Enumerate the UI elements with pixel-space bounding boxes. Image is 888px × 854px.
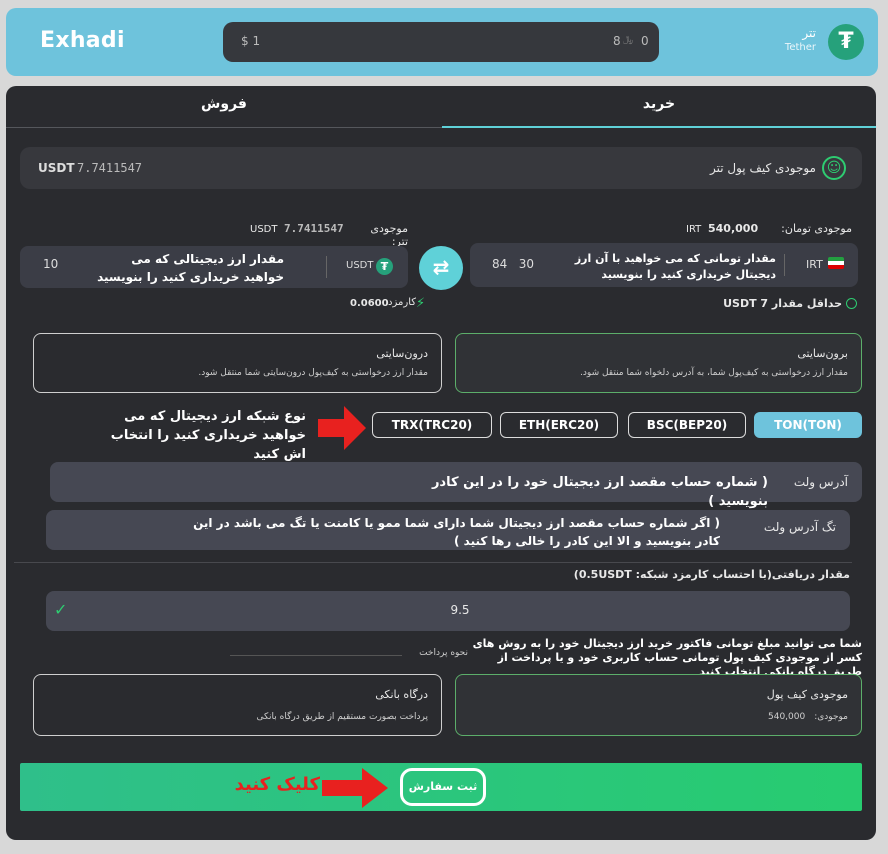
toman-balance-label: موجودی تومان: — [781, 222, 852, 235]
tab-active-indicator — [442, 126, 876, 128]
section-divider — [14, 562, 852, 563]
option-external-title: برون‌سایتی — [797, 347, 848, 360]
usdt-icon: ₮ — [376, 258, 393, 275]
coin-subname: Tether — [784, 42, 816, 53]
pay-option-gateway[interactable] — [33, 674, 442, 736]
red-arrow-icon — [318, 406, 366, 450]
pay-wallet-title: موجودی کیف پول — [766, 688, 848, 701]
pay-input-value: 84 30 — [492, 257, 534, 271]
tag-address-note: ( اگر شماره حساب مقصد ارز دیجیتال شما دا… — [193, 516, 720, 548]
pay-separator — [784, 254, 785, 276]
wallet-balance-currency: USDT — [38, 161, 75, 175]
tether-balance-unit: USDT — [250, 224, 278, 235]
toman-balance-unit: IRT — [686, 224, 702, 235]
pay-wallet-sub-label: موجودی: — [814, 712, 848, 722]
search-right-value: 0 — [641, 34, 649, 48]
submit-button[interactable]: ثبت سفارش — [400, 768, 486, 806]
click-note: کلیک کنید — [234, 774, 320, 795]
wallet-address-note: ( شماره حساب مقصد ارز دیجیتال خود را در … — [431, 475, 768, 509]
tether-icon: ₮ — [828, 24, 864, 60]
smile-icon: ☺ — [822, 156, 846, 180]
network-note: نوع شبکه ارز دیجیتال که می خواهید خریدار… — [110, 409, 306, 462]
pay-option-wallet[interactable] — [455, 674, 862, 736]
option-external-desc: مقدار ارز درخواستی به کیف‌پول شما، به آد… — [580, 368, 848, 378]
red-arrow-icon — [322, 768, 388, 808]
received-value: 9.5 — [450, 603, 470, 617]
tab-sell[interactable]: فروش — [6, 96, 442, 112]
toman-balance-value: 540,000 — [708, 222, 759, 235]
iran-flag-icon — [828, 257, 844, 269]
check-icon: ✓ — [54, 600, 68, 619]
receive-input-value: 10 — [43, 257, 59, 271]
received-label: مقدار دریافتی(با احتساب کارمزد شبکه: 0.5… — [573, 568, 850, 581]
tether-balance-label: موجودی تتر: — [370, 222, 408, 248]
network-ton[interactable]: TON(TON) — [754, 412, 862, 438]
pay-wallet-sub-value: 540,000 — [768, 712, 806, 722]
wallet-balance-value: 7.7411547 — [77, 161, 143, 175]
option-internal-title: درون‌سایتی — [376, 347, 428, 360]
payment-line — [230, 655, 402, 656]
search-usd-value: $ 1 — [241, 34, 261, 48]
receive-currency: USDT — [346, 260, 374, 271]
option-internal-desc: مقدار ارز درخواستی به کیف‌پول درون‌سایتی… — [198, 368, 428, 378]
payment-note: شما می توانید مبلغ تومانی فاکتور خرید ار… — [470, 637, 862, 679]
site-logo[interactable]: Exhadi — [40, 28, 125, 53]
min-amount: حداقل مقدار USDT 7 — [723, 297, 842, 310]
network-bsc[interactable]: BSC(BEP20) — [628, 412, 746, 438]
coin-name: تتر — [802, 26, 816, 40]
wallet-balance-label: موجودی کیف پول تتر — [709, 161, 816, 175]
price-search-bar[interactable]: $ 1 8 ﷼ 0 — [223, 22, 659, 62]
network-trx[interactable]: TRX(TRC20) — [372, 412, 492, 438]
tab-divider — [6, 127, 442, 128]
option-external[interactable] — [455, 333, 862, 393]
option-internal[interactable] — [33, 333, 442, 393]
payment-method-label: نحوه پرداخت — [419, 648, 468, 658]
search-mid-value: 8 — [613, 34, 621, 48]
receive-input-note: مقدار ارز دیجیتالی که می خواهید خریداری … — [97, 252, 284, 284]
tag-address-label: تگ آدرس ولت — [763, 520, 836, 534]
info-icon — [846, 298, 857, 309]
network-eth[interactable]: ETH(ERC20) — [500, 412, 618, 438]
receive-separator — [326, 256, 327, 278]
rial-icon: ﷼ — [623, 35, 633, 45]
pay-currency: IRT — [806, 258, 823, 271]
swap-icon[interactable]: ⇄ — [419, 246, 463, 290]
pay-input-note: مقدار تومانی که می خواهید با آن ارز دیجی… — [574, 252, 776, 281]
pay-gateway-desc: پرداخت بصورت مستقیم از طریق درگاه بانکی — [256, 712, 428, 722]
fee-value: 0.0600 — [350, 298, 389, 309]
lightning-icon: ⚡ — [416, 296, 426, 311]
wallet-address-label: آدرس ولت — [793, 475, 848, 489]
tab-buy[interactable]: خرید — [442, 96, 876, 112]
pay-gateway-title: درگاه بانکی — [375, 688, 428, 701]
tether-balance-value: 7.7411547 — [284, 222, 344, 235]
